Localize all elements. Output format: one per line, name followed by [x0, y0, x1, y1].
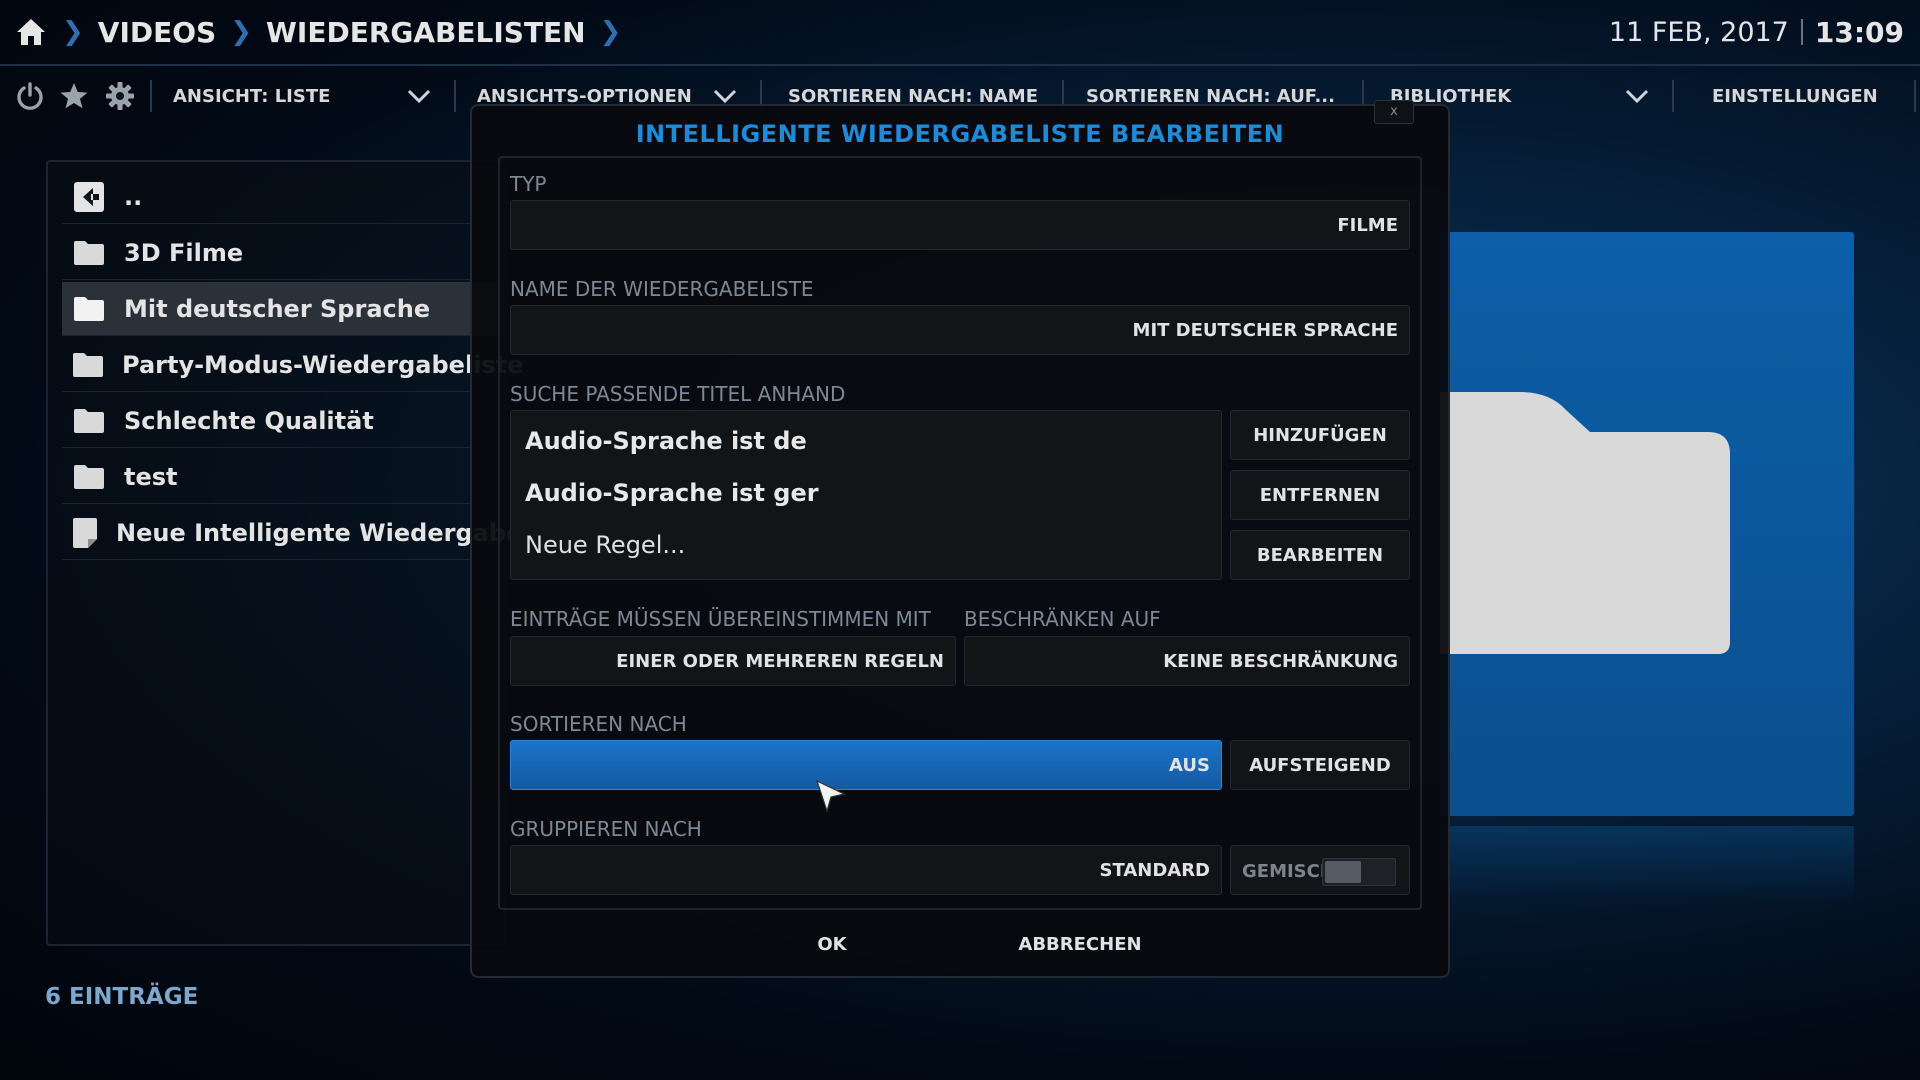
sort-label: SORTIEREN NACH — [510, 712, 687, 736]
playlist-name-field[interactable]: MIT DEUTSCHER SPRACHE — [510, 305, 1410, 355]
time-text: 13:09 — [1814, 15, 1904, 49]
playlist-name-label: NAME DER WIEDERGABELISTE — [510, 277, 814, 301]
rule-item[interactable]: Audio-Sprache ist de — [525, 427, 807, 455]
group-selector[interactable]: STANDARD — [510, 845, 1222, 895]
list-item-label: 3D Filme — [124, 238, 244, 267]
toolbar-divider — [150, 80, 152, 112]
folder-preview-icon — [1410, 392, 1730, 654]
ok-button[interactable]: OK — [752, 918, 912, 970]
list-item[interactable]: 3D Filme — [62, 226, 502, 280]
toolbar-divider — [1672, 80, 1674, 112]
toolbar-divider — [1914, 80, 1916, 112]
date-text: 11 FEB, 2017 — [1608, 16, 1789, 48]
match-selector[interactable]: EINER ODER MEHREREN REGELN — [510, 636, 956, 686]
list-item-selected[interactable]: Mit deutscher Sprache — [62, 282, 502, 336]
toolbar-divider — [454, 80, 456, 112]
type-label: TYP — [510, 172, 547, 196]
list-item-label: Schlechte Qualität — [124, 406, 374, 435]
list-item-label: .. — [124, 182, 143, 211]
close-button[interactable]: x — [1374, 100, 1414, 124]
breadcrumb: ❯ VIDEOS ❯ WIEDERGABELISTEN ❯ — [14, 12, 621, 52]
item-count: 6 EINTRÄGE — [45, 984, 199, 1010]
edit-rule-button[interactable]: BEARBEITEN — [1230, 530, 1410, 580]
sort-selector[interactable]: AUS — [510, 740, 1222, 790]
view-mode-button[interactable]: ANSICHT: LISTE — [173, 72, 330, 120]
top-divider — [0, 64, 1920, 66]
chevron-right-icon: ❯ — [230, 17, 253, 47]
file-icon — [72, 517, 98, 548]
folder-icon — [72, 294, 106, 324]
sort-order-button[interactable]: AUFSTEIGEND — [1230, 740, 1410, 790]
list-item[interactable]: test — [62, 450, 502, 504]
chevron-down-icon[interactable] — [712, 86, 738, 106]
preview-panel — [1410, 232, 1854, 816]
power-icon[interactable] — [14, 80, 46, 112]
list-item-back[interactable]: .. — [62, 170, 502, 224]
add-rule-button[interactable]: HINZUFÜGEN — [1230, 410, 1410, 460]
match-label: EINTRÄGE MÜSSEN ÜBEREINSTIMMEN MIT — [510, 607, 931, 631]
rule-item[interactable]: Audio-Sprache ist ger — [525, 479, 819, 507]
type-selector[interactable]: FILME — [510, 200, 1410, 250]
list-item-label: test — [124, 462, 178, 491]
breadcrumb-item-videos[interactable]: VIDEOS — [98, 16, 216, 49]
folder-icon — [72, 406, 106, 436]
file-list-panel: .. 3D Filme Mit deutscher Sprache Party-… — [46, 160, 581, 946]
list-item-label: Party-Modus-Wiedergabeliste — [122, 350, 524, 379]
clock-divider — [1800, 19, 1803, 45]
cancel-button[interactable]: ABBRECHEN — [980, 918, 1180, 970]
limit-label: BESCHRÄNKEN AUF — [964, 607, 1161, 631]
chevron-down-icon[interactable] — [406, 86, 432, 106]
folder-icon — [72, 462, 106, 492]
settings-button[interactable]: EINSTELLUNGEN — [1712, 72, 1878, 120]
list-item[interactable]: Schlechte Qualität — [62, 394, 502, 448]
back-icon — [72, 181, 106, 212]
limit-selector[interactable]: KEINE BESCHRÄNKUNG — [964, 636, 1410, 686]
star-icon[interactable] — [58, 80, 90, 112]
mouse-cursor-icon — [816, 780, 846, 814]
folder-icon — [72, 350, 104, 380]
rules-list: Audio-Sprache ist de Audio-Sprache ist g… — [510, 410, 1222, 580]
dialog-title: INTELLIGENTE WIEDERGABELISTE BEARBEITEN — [635, 120, 1285, 148]
toggle-knob — [1325, 861, 1361, 883]
rules-label: SUCHE PASSENDE TITEL ANHAND — [510, 382, 846, 406]
list-item-label: Mit deutscher Sprache — [124, 294, 431, 323]
list-item[interactable]: Party-Modus-Wiedergabeliste — [62, 338, 523, 392]
gear-icon[interactable] — [104, 80, 136, 112]
new-rule-item[interactable]: Neue Regel... — [525, 531, 685, 559]
list-item[interactable]: Neue Intelligente Wiedergabeliste — [62, 506, 581, 560]
mixed-toggle[interactable] — [1322, 858, 1396, 886]
top-bar: ❯ VIDEOS ❯ WIEDERGABELISTEN ❯ 11 FEB, 20… — [0, 0, 1920, 64]
home-icon[interactable] — [14, 16, 48, 48]
breadcrumb-item-playlists[interactable]: WIEDERGABELISTEN — [266, 16, 586, 49]
clock: 11 FEB, 2017 13:09 — [1609, 12, 1904, 52]
group-label: GRUPPIEREN NACH — [510, 817, 702, 841]
remove-rule-button[interactable]: ENTFERNEN — [1230, 470, 1410, 520]
chevron-down-icon[interactable] — [1624, 86, 1650, 106]
preview-reflection — [1440, 826, 1854, 906]
chevron-right-icon: ❯ — [62, 17, 84, 47]
chevron-right-icon: ❯ — [599, 17, 622, 47]
folder-icon — [72, 238, 106, 268]
